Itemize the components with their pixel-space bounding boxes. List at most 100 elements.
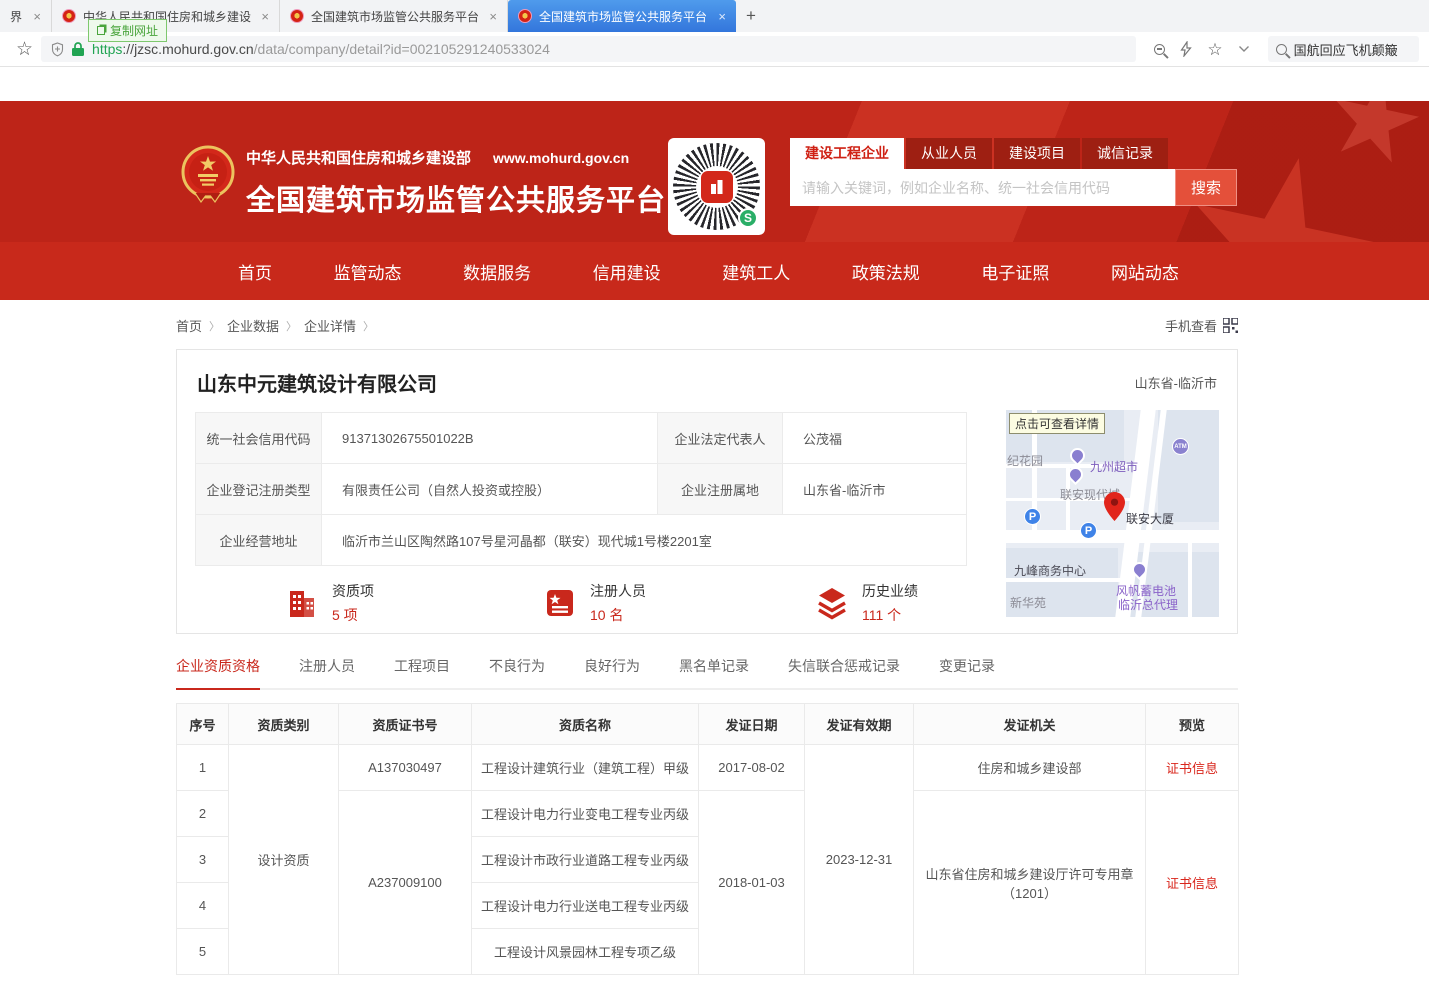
parking-pin-icon: P <box>1080 522 1097 539</box>
emblem-favicon-icon <box>290 9 304 23</box>
search-tab-credit[interactable]: 诚信记录 <box>1082 138 1168 169</box>
browser-tab-jzsc-1[interactable]: 全国建筑市场监管公共服务平台 × <box>280 0 508 32</box>
tab-blacklist[interactable]: 黑名单记录 <box>679 656 749 688</box>
close-icon[interactable]: × <box>261 9 269 24</box>
col-header-name: 资质名称 <box>472 704 699 745</box>
qr-pattern: S <box>673 143 760 230</box>
layers-icon <box>813 584 851 622</box>
breadcrumb-home[interactable]: 首页 <box>176 316 202 335</box>
reg-type-label: 企业登记注册类型 <box>196 464 322 515</box>
qr-center-logo-icon <box>701 171 733 203</box>
table-header-row: 序号 资质类别 资质证书号 资质名称 发证日期 发证有效期 发证机关 预览 <box>177 704 1239 745</box>
browser-url-bar: ☆ https://jzsc.mohurd.gov.cn/data/compan… <box>0 32 1429 67</box>
address-value: 临沂市兰山区陶然路107号星河晶都（联安）现代城1号楼2201室 <box>322 515 967 566</box>
certificate-info-link[interactable]: 证书信息 <box>1166 761 1218 776</box>
map-tooltip: 点击可查看详情 <box>1009 413 1105 434</box>
url-host: ://jzsc.mohurd.gov.cn <box>122 41 253 57</box>
browser-tab-jzsc-active[interactable]: 全国建筑市场监管公共服务平台 × <box>508 0 736 32</box>
search-icon <box>1276 44 1287 55</box>
new-tab-button[interactable]: + <box>736 0 766 32</box>
cell-issue-date: 2018-01-03 <box>699 791 805 975</box>
national-emblem-icon <box>180 143 236 207</box>
nav-item-site-news[interactable]: 网站动态 <box>1111 259 1179 284</box>
reg-type-value: 有限责任公司（自然人投资或控股） <box>322 464 658 515</box>
nav-item-policy[interactable]: 政策法规 <box>852 259 920 284</box>
search-tab-personnel[interactable]: 从业人员 <box>906 138 992 169</box>
tab-change-records[interactable]: 变更记录 <box>939 656 995 688</box>
tab-dishonesty[interactable]: 失信联合惩戒记录 <box>788 656 900 688</box>
breadcrumb-company-detail[interactable]: 企业详情 <box>304 316 356 335</box>
map-block <box>1158 410 1219 522</box>
close-icon[interactable]: × <box>489 9 497 24</box>
site-header: 中华人民共和国住房和城乡建设部 www.mohurd.gov.cn 全国建筑市场… <box>0 101 1429 242</box>
browser-quick-search-box[interactable]: 国航回应飞机颠簸 <box>1268 36 1419 62</box>
tab-bad-behavior[interactable]: 不良行为 <box>489 656 545 688</box>
browser-tab-bar: 界 × 中华人民共和国住房和城乡建设 × 全国建筑市场监管公共服务平台 × 全国… <box>0 0 1429 32</box>
cell-cert-no: A137030497 <box>339 745 472 791</box>
copy-icon <box>97 26 105 35</box>
credit-code-value: 91371302675501022B <box>322 413 658 464</box>
tab-good-behavior[interactable]: 良好行为 <box>584 656 640 688</box>
nav-item-data-service[interactable]: 数据服务 <box>463 259 531 284</box>
emblem-favicon-icon <box>518 9 532 23</box>
shield-plus-icon <box>51 42 64 57</box>
certificate-info-link[interactable]: 证书信息 <box>1166 876 1218 891</box>
stat-label: 注册人员 <box>590 581 646 601</box>
stat-label: 历史业绩 <box>862 581 918 601</box>
breadcrumb: 首页 〉 企业数据 〉 企业详情 〉 手机查看 <box>176 316 1238 335</box>
favorites-star-icon[interactable]: ☆ <box>1207 41 1222 58</box>
tab-registered-personnel[interactable]: 注册人员 <box>299 656 355 688</box>
stat-value: 111 个 <box>862 605 918 625</box>
close-icon[interactable]: × <box>33 9 41 24</box>
browser-tab-partial[interactable]: 界 × <box>0 0 52 32</box>
stat-label: 资质项 <box>332 581 374 601</box>
tab-projects[interactable]: 工程项目 <box>394 656 450 688</box>
tab-qualifications[interactable]: 企业资质资格 <box>176 656 260 690</box>
search-tab-enterprise[interactable]: 建设工程企业 <box>790 138 904 169</box>
stat-qualifications[interactable]: 资质项 5 项 <box>283 581 374 625</box>
cell-name: 工程设计风景园林工程专项乙级 <box>472 929 699 975</box>
col-header-cert-no: 资质证书号 <box>339 704 472 745</box>
urlbar-action-icons: ☆ <box>1154 41 1249 58</box>
col-header-category: 资质类别 <box>229 704 339 745</box>
chevron-down-icon[interactable] <box>1238 45 1250 53</box>
map-label-xinhua: 新华苑 <box>1010 594 1046 611</box>
search-button[interactable]: 搜索 <box>1175 169 1237 206</box>
mobile-view-link[interactable]: 手机查看 <box>1165 316 1238 335</box>
nav-item-supervision[interactable]: 监管动态 <box>334 259 402 284</box>
url-scheme: https <box>92 41 122 57</box>
col-header-validity: 发证有效期 <box>805 704 914 745</box>
address-bar-input[interactable]: https://jzsc.mohurd.gov.cn/data/company/… <box>41 36 1136 62</box>
zoom-out-icon[interactable] <box>1154 44 1165 55</box>
cell-no: 3 <box>177 837 229 883</box>
company-card: 山东中元建筑设计有限公司 山东省-临沂市 统一社会信用代码 9137130267… <box>176 349 1238 634</box>
breadcrumb-company-data[interactable]: 企业数据 <box>227 316 279 335</box>
cell-name: 工程设计电力行业送电工程专业丙级 <box>472 883 699 929</box>
cell-authority: 山东省住房和城乡建设厅许可专用章（1201） <box>914 791 1146 975</box>
stat-registered-personnel[interactable]: 注册人员 10 名 <box>541 581 646 625</box>
platform-title: 全国建筑市场监管公共服务平台 <box>246 177 666 219</box>
close-icon[interactable]: × <box>718 9 726 24</box>
header-search-area: 建设工程企业 从业人员 建设项目 诚信记录 搜索 <box>790 138 1237 206</box>
col-header-authority: 发证机关 <box>914 704 1146 745</box>
bookmark-star-icon[interactable]: ☆ <box>16 40 33 59</box>
nav-item-workers[interactable]: 建筑工人 <box>722 259 790 284</box>
url-text: https://jzsc.mohurd.gov.cn/data/company/… <box>92 41 550 57</box>
stat-historical-projects[interactable]: 历史业绩 111 个 <box>813 581 918 625</box>
quick-search-text: 国航回应飞机颠簸 <box>1294 40 1398 59</box>
secure-lock-icon <box>72 42 84 56</box>
nav-item-e-license[interactable]: 电子证照 <box>981 259 1049 284</box>
map-label-jiufeng: 九峰商务中心 <box>1014 562 1086 579</box>
keyword-search-input[interactable] <box>790 169 1175 206</box>
building-icon <box>283 584 321 622</box>
breadcrumb-separator: 〉 <box>209 318 220 334</box>
cell-authority: 住房和城乡建设部 <box>914 745 1146 791</box>
company-location-map[interactable]: 点击可查看详情 九州超市 ATM 纪花园 联安现代城 P P 联安大厦 九峰商务… <box>1006 410 1219 617</box>
table-row: 1 设计资质 A137030497 工程设计建筑行业（建筑工程）甲级 2017-… <box>177 745 1239 791</box>
nav-item-credit[interactable]: 信用建设 <box>593 259 661 284</box>
search-tab-project[interactable]: 建设项目 <box>994 138 1080 169</box>
nav-item-home[interactable]: 首页 <box>238 259 272 284</box>
atm-pin-icon: ATM <box>1172 438 1189 455</box>
map-label-fengfan-2: 临沂总代理 <box>1118 596 1178 613</box>
lightning-icon[interactable] <box>1180 41 1192 57</box>
